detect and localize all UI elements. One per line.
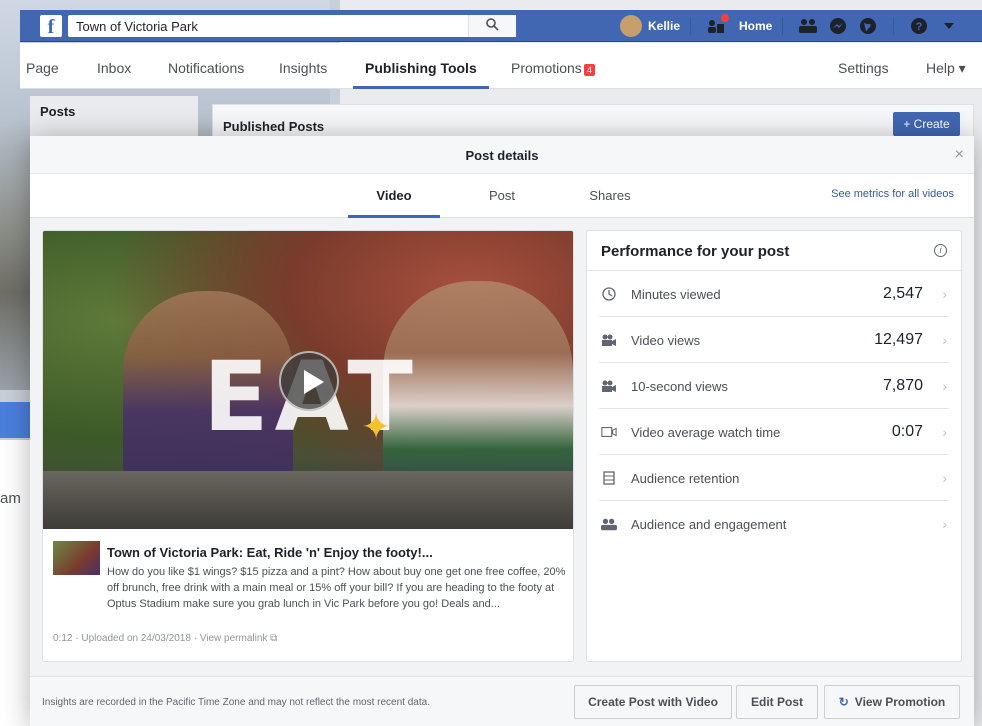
play-icon[interactable] bbox=[279, 351, 339, 411]
profile-name[interactable]: Kellie bbox=[648, 19, 680, 33]
metric-row-audience-retention[interactable]: Audience retention › bbox=[599, 455, 949, 501]
performance-heading: Performance for your post bbox=[601, 243, 790, 260]
refresh-icon: ↻ bbox=[838, 695, 849, 709]
nav-settings[interactable]: Settings bbox=[838, 43, 889, 89]
promotions-badge: 4 bbox=[583, 64, 595, 76]
find-friends-icon[interactable] bbox=[705, 14, 730, 35]
svg-text:?: ? bbox=[916, 21, 923, 33]
chevron-right-icon: › bbox=[942, 286, 947, 302]
metric-value: 7,870 bbox=[882, 377, 923, 394]
messenger-icon[interactable] bbox=[827, 17, 849, 35]
performance-header: Performance for your post i bbox=[587, 231, 961, 271]
background-cut-text: am bbox=[0, 490, 21, 507]
video-views-icon bbox=[601, 332, 617, 348]
account-menu-chevron-icon[interactable] bbox=[938, 17, 960, 35]
ten-second-views-icon bbox=[601, 378, 617, 394]
people-icon bbox=[601, 516, 617, 532]
create-button[interactable]: + Create bbox=[893, 112, 960, 136]
home-link[interactable]: Home bbox=[739, 19, 772, 33]
chevron-right-icon: › bbox=[942, 424, 947, 440]
metric-label: Video average watch time bbox=[631, 425, 781, 440]
chevron-right-icon: › bbox=[942, 516, 947, 532]
post-details-modal: Post details × Video Post Shares See met… bbox=[30, 136, 974, 726]
metric-label: Video views bbox=[631, 333, 701, 348]
nav-publishing-tools[interactable]: Publishing Tools bbox=[353, 43, 489, 89]
video-player[interactable]: EAT ✦ bbox=[43, 231, 573, 529]
metric-label: 10-second views bbox=[631, 379, 728, 394]
modal-footer: Insights are recorded in the Pacific Tim… bbox=[30, 676, 974, 726]
metric-row-audience-engagement[interactable]: Audience and engagement › bbox=[599, 501, 949, 547]
metric-row-minutes-viewed[interactable]: Minutes viewed 2,547 › bbox=[599, 271, 949, 317]
globe-icon[interactable] bbox=[857, 17, 879, 35]
metric-value: 0:07 bbox=[891, 423, 923, 440]
nav-insights[interactable]: Insights bbox=[279, 43, 327, 89]
video-card: EAT ✦ Town of Victoria Park: Eat, Ride '… bbox=[42, 230, 574, 662]
metric-value: 12,497 bbox=[874, 331, 923, 348]
timezone-note: Insights are recorded in the Pacific Tim… bbox=[42, 697, 430, 708]
info-icon[interactable]: i bbox=[934, 244, 947, 257]
tab-video[interactable]: Video bbox=[348, 174, 440, 218]
metric-label: Audience retention bbox=[631, 471, 740, 486]
topbar-right: Kellie Home ? bbox=[620, 10, 964, 42]
create-post-with-video-button[interactable]: Create Post with Video bbox=[574, 685, 732, 719]
metric-row-average-watch-time[interactable]: Video average watch time 0:07 › bbox=[599, 409, 949, 455]
notification-dot bbox=[721, 14, 730, 22]
nav-promotions[interactable]: Promotions 4 bbox=[511, 43, 595, 89]
post-title[interactable]: Town of Victoria Park: Eat, Ride 'n' Enj… bbox=[107, 545, 433, 560]
chevron-right-icon: › bbox=[942, 378, 947, 394]
nav-notifications[interactable]: Notifications bbox=[168, 43, 244, 89]
close-icon[interactable]: × bbox=[955, 146, 964, 164]
facebook-logo-icon[interactable]: f bbox=[40, 15, 62, 38]
metric-label: Audience and engagement bbox=[631, 517, 787, 532]
help-icon[interactable]: ? bbox=[908, 17, 930, 35]
nav-page[interactable]: Page bbox=[26, 43, 59, 89]
film-icon bbox=[601, 470, 617, 486]
modal-title: Post details bbox=[465, 148, 539, 163]
edit-post-button[interactable]: Edit Post bbox=[736, 685, 818, 719]
modal-tabs: Video Post Shares See metrics for all vi… bbox=[30, 174, 974, 218]
chevron-right-icon: › bbox=[942, 332, 947, 348]
post-description: How do you like $1 wings? $15 pizza and … bbox=[107, 566, 566, 610]
friend-requests-icon[interactable] bbox=[797, 17, 819, 35]
sparkle-icon: ✦ bbox=[361, 406, 392, 447]
metric-row-video-views[interactable]: Video views 12,497 › bbox=[599, 317, 949, 363]
page-nav: Page Inbox Notifications Insights Publis… bbox=[20, 43, 982, 89]
nav-help[interactable]: Help ▾ bbox=[926, 43, 966, 89]
clock-icon bbox=[601, 286, 617, 302]
search-input[interactable] bbox=[68, 15, 468, 37]
post-thumbnail bbox=[53, 541, 100, 575]
see-metrics-link[interactable]: See metrics for all videos bbox=[831, 188, 954, 200]
search-icon bbox=[486, 18, 499, 31]
search-box bbox=[68, 15, 516, 37]
modal-header: Post details × bbox=[30, 136, 974, 174]
posts-heading: Posts bbox=[40, 104, 76, 119]
nav-inbox[interactable]: Inbox bbox=[97, 43, 131, 89]
facebook-topbar: f Kellie Home ? bbox=[20, 10, 982, 42]
published-posts-heading: Published Posts bbox=[223, 119, 325, 134]
modal-body: EAT ✦ Town of Victoria Park: Eat, Ride '… bbox=[30, 218, 974, 676]
metric-value: 2,547 bbox=[882, 285, 923, 302]
view-promotion-button[interactable]: ↻ View Promotion bbox=[824, 685, 960, 719]
avatar[interactable] bbox=[620, 15, 642, 37]
metric-label: Minutes viewed bbox=[631, 287, 721, 302]
post-meta[interactable]: 0:12 · Uploaded on 24/03/2018 · View per… bbox=[53, 633, 277, 644]
metric-row-10-second-views[interactable]: 10-second views 7,870 › bbox=[599, 363, 949, 409]
performance-panel: Performance for your post i Minutes view… bbox=[586, 230, 962, 662]
view-promotion-label: View Promotion bbox=[854, 695, 946, 709]
watch-time-icon bbox=[601, 424, 617, 440]
nav-promotions-label: Promotions bbox=[511, 60, 582, 76]
tab-shares[interactable]: Shares bbox=[580, 174, 640, 218]
search-button[interactable] bbox=[468, 15, 516, 37]
tab-post[interactable]: Post bbox=[472, 174, 532, 218]
chevron-right-icon: › bbox=[942, 470, 947, 486]
